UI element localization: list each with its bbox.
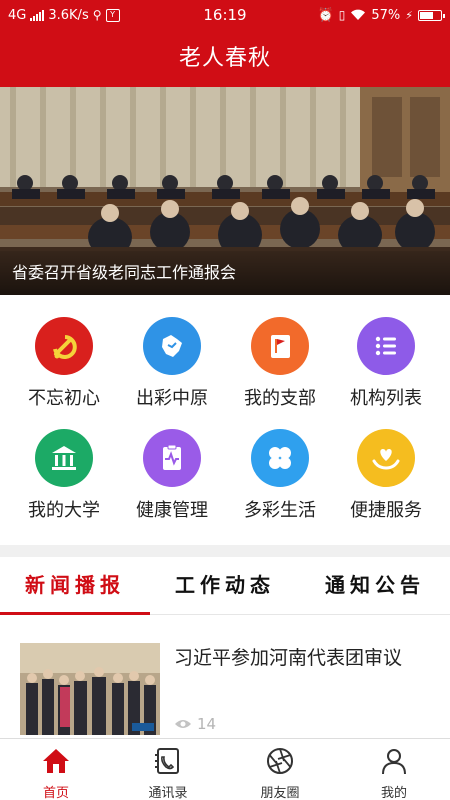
- status-left: 4G 3.6K/s ⚲ Y: [8, 8, 318, 23]
- contacts-icon: [155, 748, 179, 774]
- heart-hands-icon: [357, 429, 415, 487]
- battery-icon: [418, 9, 445, 21]
- battery-percent: 57%: [371, 7, 401, 23]
- nav-contacts[interactable]: 通讯录: [112, 739, 224, 800]
- battery-fill: [420, 11, 433, 19]
- university-icon: [35, 429, 93, 487]
- news-title: 习近平参加河南代表团审议: [174, 647, 403, 669]
- nav-label: 朋友圈: [260, 786, 300, 800]
- views-count: 14: [197, 715, 217, 733]
- nav-label: 我的: [380, 786, 407, 800]
- usb-icon: ⚲: [92, 8, 102, 22]
- tab-work-updates[interactable]: 工作动态: [150, 557, 300, 615]
- grid-item-wo-de-da-xue[interactable]: 我的大学: [8, 407, 120, 521]
- nav-home[interactable]: 首页: [0, 739, 112, 800]
- grid-label: 便捷服务: [350, 500, 422, 521]
- bottom-nav: 首页 通讯录 朋友圈 我的: [0, 738, 450, 800]
- health-clipboard-icon: [143, 429, 201, 487]
- section-divider: [0, 545, 450, 557]
- eye-icon: [175, 720, 191, 728]
- news-thumbnail: [20, 643, 160, 735]
- nav-moments[interactable]: 朋友圈: [224, 739, 336, 800]
- user-icon: [382, 749, 406, 775]
- network-type: 4G: [8, 7, 27, 23]
- grid-label: 多彩生活: [244, 500, 316, 521]
- network-speed: 3.6K/s: [48, 7, 89, 23]
- list-icon: [357, 317, 415, 375]
- aperture-icon: [267, 748, 293, 774]
- notification-icon: Y: [105, 8, 120, 22]
- clover-icon: [251, 429, 309, 487]
- page-title: 老人春秋: [0, 30, 450, 87]
- tab-notices[interactable]: 通知公告: [300, 557, 450, 615]
- grid-item-jian-kang-guan-li[interactable]: 健康管理: [116, 407, 228, 521]
- nav-label: 通讯录: [148, 786, 188, 800]
- grid-item-ji-gou-lie-biao[interactable]: 机构列表: [330, 295, 442, 409]
- alarm-icon: ⏰: [317, 7, 334, 23]
- nav-profile[interactable]: 我的: [338, 739, 450, 800]
- home-icon: [43, 749, 69, 773]
- grid-label: 健康管理: [136, 500, 208, 521]
- signal-icon: [30, 9, 45, 21]
- status-bar: 4G 3.6K/s ⚲ Y 16:19 ⏰ ▯ 57% ⚡: [0, 0, 450, 30]
- app-screen: 4G 3.6K/s ⚲ Y 16:19 ⏰ ▯ 57% ⚡ 老人春秋 省委召开省…: [0, 0, 450, 800]
- grid-item-wo-de-zhi-bu[interactable]: 我的支部: [224, 295, 336, 409]
- grid-label: 我的大学: [28, 500, 100, 521]
- grid-item-chu-cai-zhong-yuan[interactable]: 出彩中原: [116, 295, 228, 409]
- wifi-icon: [351, 9, 366, 20]
- vibrate-icon: ▯: [338, 8, 346, 22]
- nav-label: 首页: [42, 786, 69, 800]
- charging-icon: ⚡: [405, 8, 413, 22]
- tab-news-broadcast[interactable]: 新闻播报: [0, 557, 150, 615]
- banner-carousel[interactable]: 省委召开省级老同志工作通报会: [0, 87, 450, 295]
- province-map-icon: [143, 317, 201, 375]
- banner-caption: 省委召开省级老同志工作通报会: [0, 251, 450, 295]
- news-tabs: 新闻播报 工作动态 通知公告: [0, 557, 450, 615]
- feature-grid: 不忘初心 出彩中原 我的支部 机构列表 我的大学 健康管理 多彩生活 便捷服务: [0, 295, 450, 545]
- news-views: 14: [174, 715, 216, 733]
- flag-book-icon: [251, 317, 309, 375]
- grid-item-duo-cai-sheng-huo[interactable]: 多彩生活: [224, 407, 336, 521]
- news-list: 习近平参加河南代表团审议 14: [0, 615, 450, 738]
- party-emblem-icon: [35, 317, 93, 375]
- status-right: ⏰ ▯ 57% ⚡: [317, 7, 445, 23]
- grid-item-bian-jie-fu-wu[interactable]: 便捷服务: [330, 407, 442, 521]
- grid-item-bu-wang-chu-xin[interactable]: 不忘初心: [8, 295, 120, 409]
